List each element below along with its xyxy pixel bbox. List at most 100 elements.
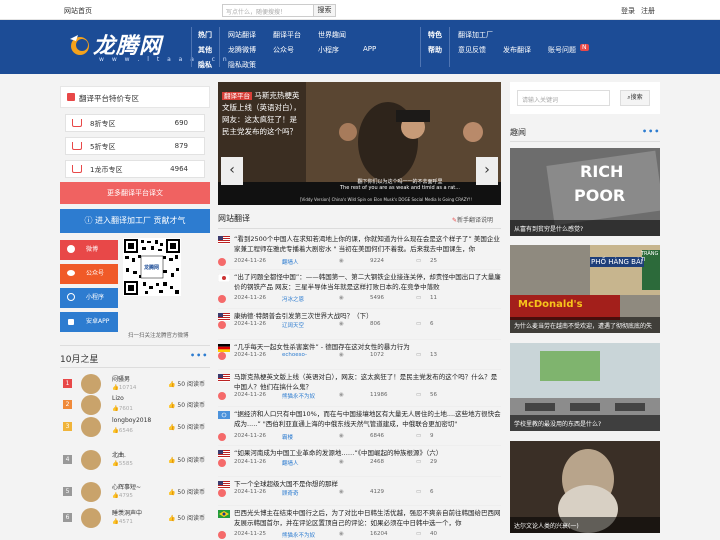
eye-icon: ◉ [339,489,344,495]
star-reward: 👍 50 阅读币 [168,513,205,522]
feed-item[interactable]: “看到2500个中国人在求知若渴地上你的课，你就知道为什么现在会是这个样子了” … [218,234,501,268]
divider [218,308,501,309]
more-translations-button[interactable]: 更多翻译平台译文 [60,182,210,204]
avatar[interactable] [81,374,101,394]
register-link[interactable]: 注册 [641,6,655,16]
more-dots-icon[interactable]: ••• [190,351,208,360]
feed-item-meta: 2024-11-26 翻墙人 ◉ 9224 ▭ 25 [218,258,501,267]
divider [218,445,501,446]
nav-account-issues[interactable]: 账号问题 [548,45,576,55]
user-avatar-icon [218,392,226,400]
feed-item[interactable]: “据经济和人口只有中国10%，而在与中国接壤地区有大量无人居住的土地....这些… [218,409,501,443]
nav-app[interactable]: APP [363,45,376,53]
feed-user[interactable]: 熊猫永不为奴 [282,392,315,400]
slider-prev-arrow-icon[interactable]: ‹ [221,157,243,185]
star-row[interactable]: 4 北曲. 👍5585 👍 50 阅读币 [60,449,210,471]
feed-user[interactable]: 熊猫永不为奴 [282,531,315,539]
promo-row-50[interactable]: 5折专区 879 [65,137,205,155]
slider-next-arrow-icon[interactable]: › [476,157,498,185]
divider [191,27,192,67]
feed-item-title[interactable]: 马斯克热梗英文版上线（英语对白），网友：这太疯狂了！是民主党发布的这个吗？什么？… [234,372,501,392]
qr-caption: 扫一扫关注龙腾官方微博 [128,333,189,339]
feed-item[interactable]: 康纳德·特朗普会引发第三次世界大战吗？（下） 2024-11-26 辽阔天空 ◉ 806… [218,311,501,331]
logo-icon[interactable] [68,31,90,57]
promo-row-1coin[interactable]: 1龙币专区 4964 [65,160,205,178]
top-search-input[interactable]: 写点什么，随便搜搜！ [222,4,314,17]
feed-item[interactable]: “如果河南成为中国工业革命的发源地……”《中国崛起的种族根源》（六） 2024-1… [218,448,501,469]
feed-item-title[interactable]: “出了问题全都怪中国”：——韩国第一、第二大钢铁企业接连关停，却责怪中国出口了大… [234,272,501,292]
star-score: 👍4571 [112,519,133,525]
feed-user[interactable]: echoeso- [282,352,307,358]
feed-date: 2024-11-26 [234,459,266,465]
star-row[interactable]: 3 longboy2018 👍6546 👍 50 阅读币 [60,416,210,438]
feed-date: 2024-11-25 [234,531,266,537]
nav-site-translation[interactable]: 网站翻译 [228,30,256,40]
star-row[interactable]: 1 闷骚男 👍10714 👍 50 阅读币 [60,373,210,395]
user-avatar-icon [218,295,226,303]
star-name[interactable]: 北曲. [112,450,126,459]
nav-world-news[interactable]: 世界趣闻 [318,30,346,40]
feed-item-title[interactable]: “看到2500个中国人在求知若渴地上你的课，你就知道为什么现在会是这个样子了” … [234,234,501,254]
side-item-mcdonalds[interactable]: PHỐ HÀNG BÀI TRÀNG TI McDonald's 为什么麦当劳在… [510,245,660,333]
slider-subtitle-2: The rest of you are as weak and timid as… [339,185,461,191]
avatar[interactable] [81,450,101,470]
star-row[interactable]: 6 睡羡洞声中 👍4571 👍 50 阅读币 [60,507,210,529]
feed-item-title[interactable]: 下一个全球超级大国不是你想的那样 [234,479,501,489]
feed-item-title[interactable]: 康纳德·特朗普会引发第三次世界大战吗？（下） [234,311,501,321]
feed-item[interactable]: 马斯克热梗英文版上线（英语对白），网友：这太疯狂了！是民主党发布的这个吗？什么？… [218,372,501,402]
nav-publish[interactable]: 发布翻译 [503,45,531,55]
top-search-button[interactable]: 搜索 [314,4,336,17]
nav-weibo[interactable]: 龙腾微博 [228,45,256,55]
star-score: 👍10714 [112,385,136,391]
nav-translation-factory[interactable]: 翻译加工厂 [458,30,493,40]
side-item-darwin[interactable]: 达尔文论人类的兴衰(一) [510,441,660,533]
feed-item[interactable]: “出了问题全都怪中国”：——韩国第一、第二大钢铁企业接连关停，却责怪中国出口了大… [218,272,501,305]
side-search-input[interactable]: 请输入关键词 [517,90,610,106]
avatar[interactable] [81,395,101,415]
star-reward-value: 50 阅读币 [177,402,205,409]
join-factory-button[interactable]: ⓘ 进入翻译加工厂 贡献才气 [60,209,210,233]
feed-user[interactable]: 霸楼 [282,433,293,441]
feed-comments: 25 [430,258,437,264]
avatar[interactable] [81,417,101,437]
star-row[interactable]: 5 心辉事短~ 👍4795 👍 50 阅读币 [60,481,210,503]
slider-caption[interactable]: 翻译平台 马斯克热梗英文版上线（英语对白），网友：这太疯狂了！是民主党发布的这个… [222,90,302,138]
feed-item[interactable]: 巴西光头博主在结束中国行之后，为了对比中日韩生活优越，强忍不爽亲自前往韩国给巴西… [218,508,501,540]
star-row[interactable]: 2 Lizo 👍7601 👍 50 阅读币 [60,394,210,416]
feed-item[interactable]: 下一个全球超级大国不是你想的那样 2024-11-26 顾奇奇 ◉ 4129 ▭ 6 [218,479,501,499]
home-link[interactable]: 网站首页 [64,6,92,16]
qr-code: 龙腾网 [123,238,181,296]
feed-item[interactable]: “几乎每天一起女性杀害案件” - 德国存在这对女性的暴力行为 2024-11-26… [218,342,501,362]
feed-user[interactable]: 翻墙人 [282,258,299,266]
nav-feedback[interactable]: 意见反馈 [458,45,486,55]
feed-item-title[interactable]: “几乎每天一起女性杀害案件” - 德国存在这对女性的暴力行为 [234,342,501,352]
feed-user[interactable]: 冯冰之恩 [282,295,304,303]
nav-translation-platform[interactable]: 翻译平台 [273,30,301,40]
star-name[interactable]: 闷骚男 [112,374,130,383]
avatar[interactable] [81,482,101,502]
promo-row-80[interactable]: 8折专区 690 [65,114,205,132]
more-dots-icon[interactable]: ••• [642,127,660,136]
avatar[interactable] [81,508,101,528]
feed-item-title[interactable]: 巴西光头博主在结束中国行之后，为了对比中日韩生活优越，强忍不爽亲自前往韩国给巴西… [234,508,501,528]
side-item-rich-poor[interactable]: RICH POOR 从富有到贫穷是什么感觉? [510,148,660,236]
login-link[interactable]: 登录 [621,6,635,16]
nav-wechat[interactable]: 公众号 [273,45,294,55]
star-reward-value: 50 阅读币 [177,515,205,522]
feed-item-title[interactable]: “如果河南成为中国工业革命的发源地……”《中国崛起的种族根源》（六） [234,448,501,458]
star-name[interactable]: 心辉事短~ [112,482,141,491]
star-name[interactable]: longboy2018 [112,417,151,424]
comment-icon: ▭ [416,258,422,264]
star-name[interactable]: 睡羡洞声中 [112,508,142,517]
side-item-school[interactable]: 学校里教的最没用的东西是什么? [510,343,660,431]
newbie-guide-link[interactable]: ✎新手翻译说明 [452,215,493,224]
feed-user[interactable]: 顾奇奇 [282,489,299,497]
nav-privacy-policy[interactable]: 隐私政策 [228,60,256,70]
feed-user[interactable]: 翻墙人 [282,459,299,467]
star-name[interactable]: Lizo [112,395,124,402]
feed-item-title[interactable]: “据经济和人口只有中国10%，而在与中国接壤地区有大量无人居住的土地....这些… [234,409,501,429]
feed-user[interactable]: 辽阔天空 [282,321,304,329]
flag-icon-us [218,236,230,244]
side-search-button[interactable]: ⌕搜索 [620,90,650,106]
nav-miniprogram[interactable]: 小程序 [318,45,339,55]
